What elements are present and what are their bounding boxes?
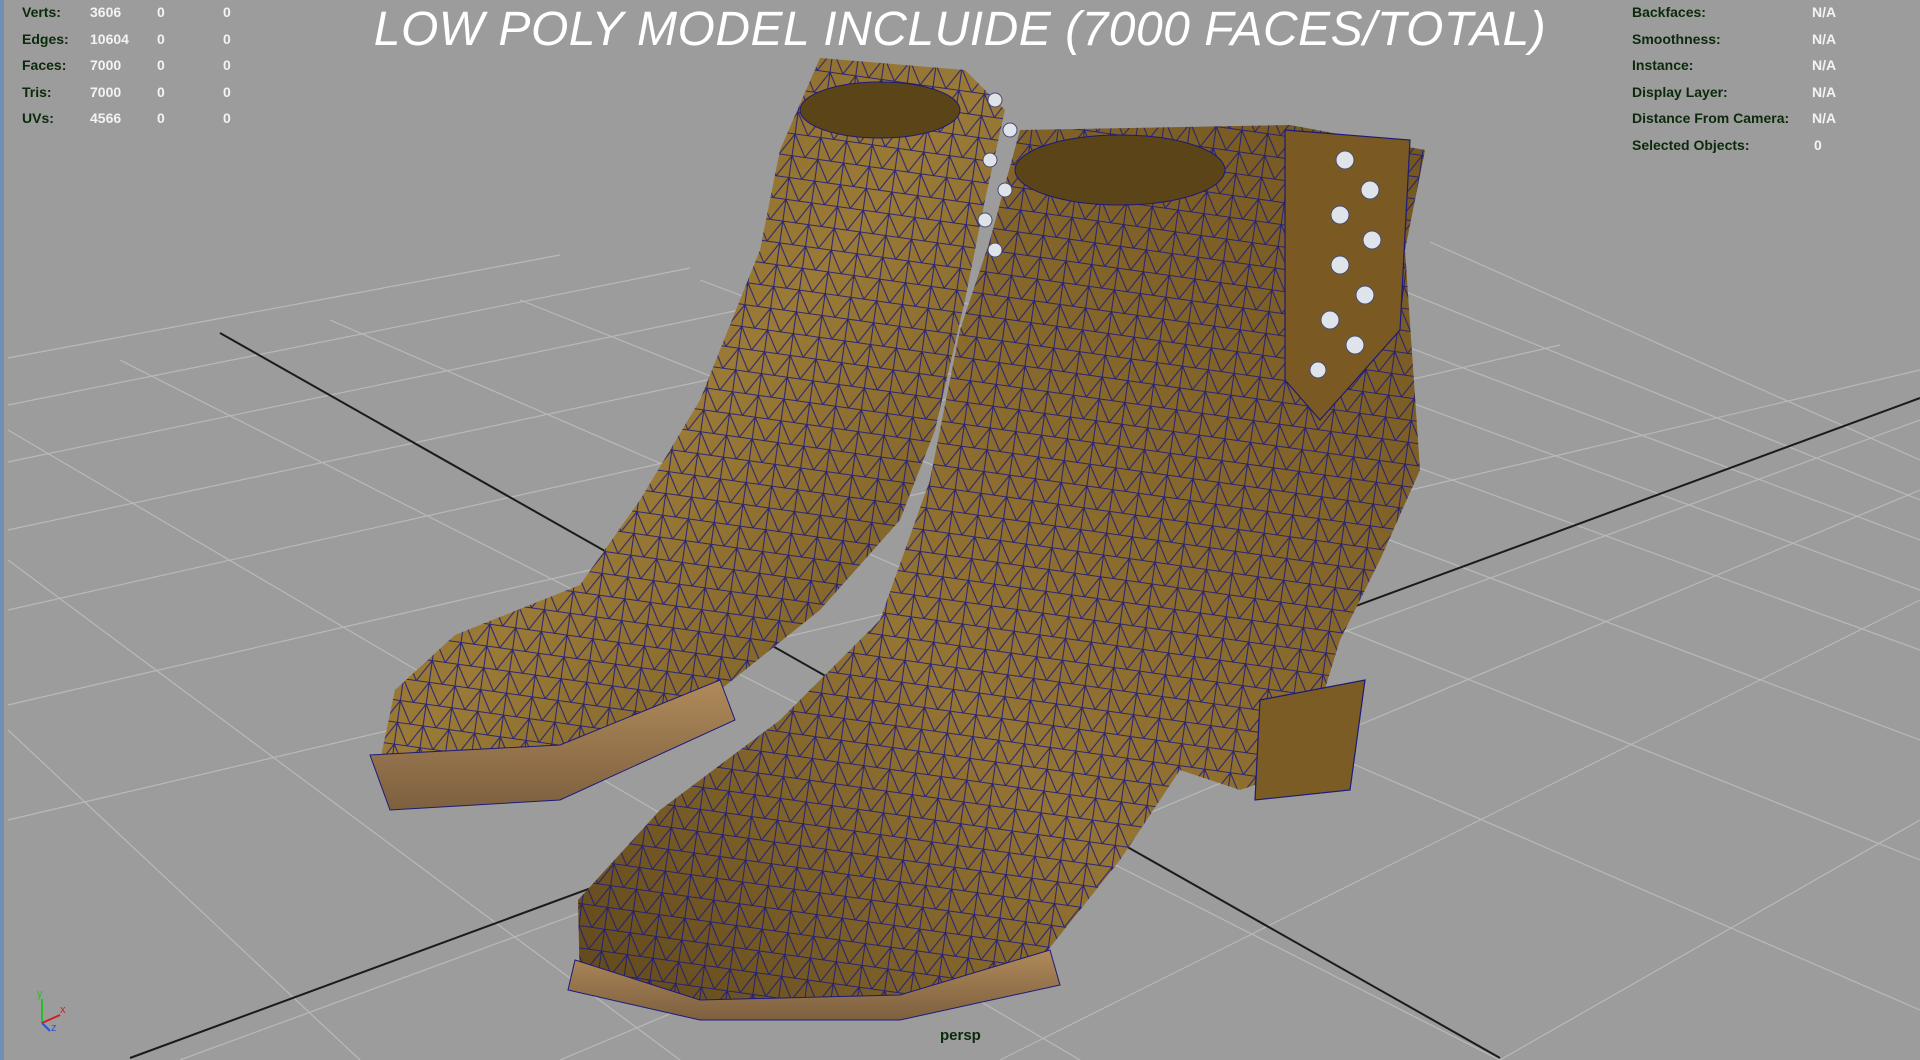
- info-label-selected-objects: Selected Objects:: [1632, 137, 1750, 153]
- stat-label-verts: Verts:: [22, 4, 61, 20]
- stat-edges-total: 10604: [90, 31, 129, 47]
- info-label-instance: Instance:: [1632, 57, 1694, 73]
- stat-verts-selected: 0: [157, 4, 165, 20]
- stat-uvs-total: 4566: [90, 110, 122, 126]
- stat-tris-selected: 0: [157, 84, 165, 100]
- stat-tris-total: 7000: [90, 84, 122, 100]
- info-label-smoothness: Smoothness:: [1632, 31, 1721, 47]
- 3d-viewport[interactable]: LOW POLY MODEL INCLUIDE (7000 FACES/TOTA…: [0, 0, 1920, 1060]
- info-label-distance-from-camera: Distance From Camera:: [1632, 110, 1790, 126]
- info-value-backfaces: N/A: [1812, 4, 1837, 20]
- stat-label-faces: Faces:: [22, 57, 67, 73]
- stat-edges-selected: 0: [157, 31, 165, 47]
- info-value-display-layer: N/A: [1812, 84, 1837, 100]
- stat-uvs-selected: 0: [157, 110, 165, 126]
- camera-name-label: persp: [940, 1027, 981, 1044]
- stat-tris-other: 0: [223, 84, 231, 100]
- viewport-scene[interactable]: [0, 0, 1920, 1060]
- stat-verts-total: 3606: [90, 4, 122, 20]
- info-label-display-layer: Display Layer:: [1632, 84, 1728, 100]
- info-value-distance-from-camera: N/A: [1812, 110, 1837, 126]
- info-value-selected-objects: 0: [1814, 137, 1822, 153]
- stat-edges-other: 0: [223, 31, 231, 47]
- axis-y-label: y: [37, 988, 43, 1000]
- stat-verts-other: 0: [223, 4, 231, 20]
- axis-z-label: z: [51, 1022, 57, 1034]
- axis-x-label: x: [60, 1004, 66, 1016]
- stat-label-edges: Edges:: [22, 31, 69, 47]
- stat-faces-other: 0: [223, 57, 231, 73]
- stat-uvs-other: 0: [223, 110, 231, 126]
- view-axis-indicator: y x z: [37, 988, 66, 1034]
- stat-label-tris: Tris:: [22, 84, 52, 100]
- info-value-instance: N/A: [1812, 57, 1837, 73]
- stat-faces-selected: 0: [157, 57, 165, 73]
- stat-label-uvs: UVs:: [22, 110, 54, 126]
- stat-faces-total: 7000: [90, 57, 122, 73]
- info-value-smoothness: N/A: [1812, 31, 1837, 47]
- info-label-backfaces: Backfaces:: [1632, 4, 1706, 20]
